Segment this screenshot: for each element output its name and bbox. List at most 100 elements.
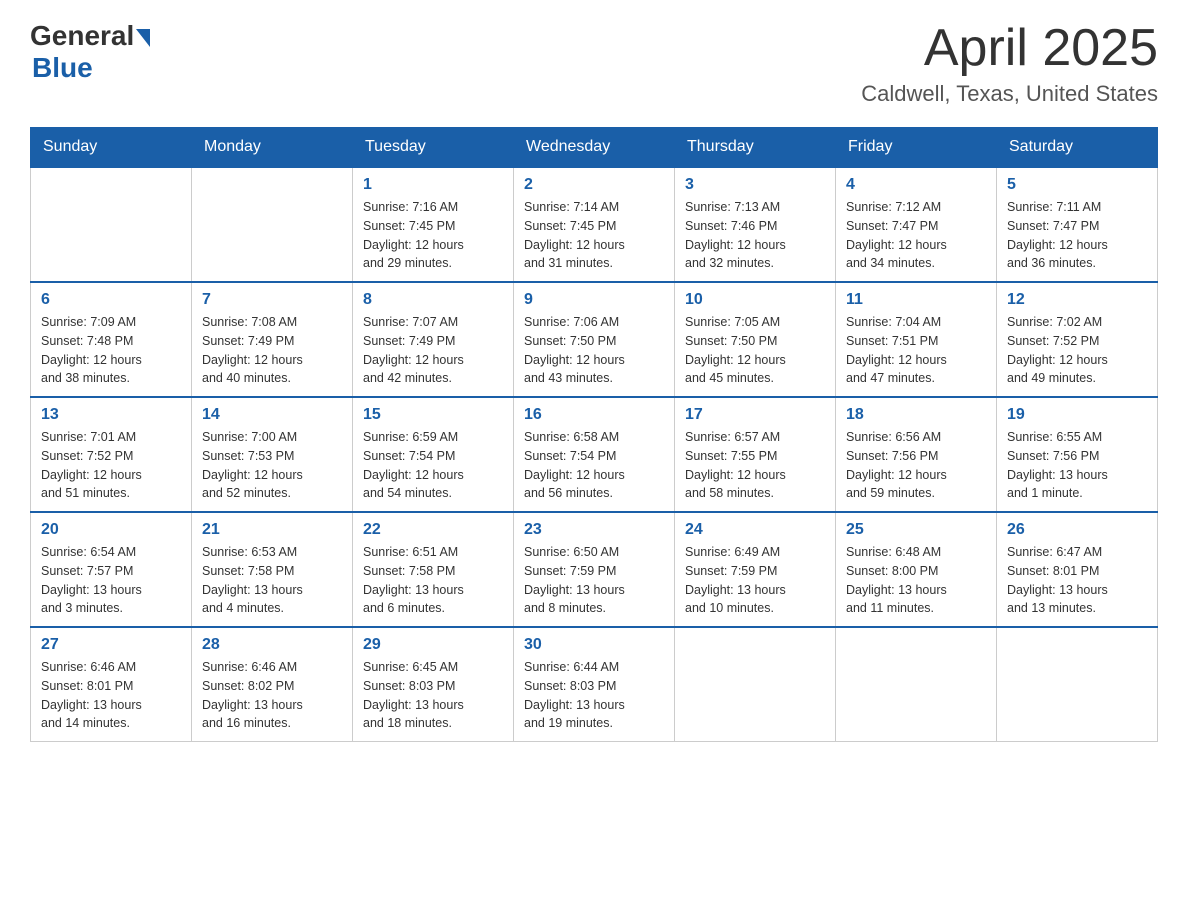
calendar-cell: 18Sunrise: 6:56 AMSunset: 7:56 PMDayligh… [836, 397, 997, 512]
calendar-week-row-2: 6 Sunrise: 7:09 AMSunset: 7:48 PMDaylight… [31, 282, 1158, 397]
logo: General Blue [30, 20, 150, 84]
calendar-cell: 14 Sunrise: 7:00 AMSunset: 7:53 PMDayligh… [192, 397, 353, 512]
page-header: General Blue April 2025 Caldwell, Texas,… [30, 20, 1158, 107]
day-info: Sunrise: 6:54 AMSunset: 7:57 PMDaylight:… [41, 543, 181, 618]
day-number: 14 [202, 406, 342, 424]
day-number: 5 [1007, 176, 1147, 194]
day-info: Sunrise: 7:08 AMSunset: 7:49 PMDaylight:… [202, 313, 342, 388]
day-info: Sunrise: 6:47 AMSunset: 8:01 PMDaylight:… [1007, 543, 1147, 618]
day-info: Sunrise: 6:46 AMSunset: 8:02 PMDaylight:… [202, 658, 342, 733]
day-number: 20 [41, 521, 181, 539]
day-info: Sunrise: 6:59 AMSunset: 7:54 PMDaylight:… [363, 428, 503, 503]
calendar-cell: 15Sunrise: 6:59 AMSunset: 7:54 PMDayligh… [353, 397, 514, 512]
day-number: 3 [685, 176, 825, 194]
day-number: 25 [846, 521, 986, 539]
calendar-table: SundayMondayTuesdayWednesdayThursdayFrid… [30, 127, 1158, 742]
day-info: Sunrise: 6:58 AMSunset: 7:54 PMDaylight:… [524, 428, 664, 503]
day-info: Sunrise: 6:50 AMSunset: 7:59 PMDaylight:… [524, 543, 664, 618]
day-number: 18 [846, 406, 986, 424]
calendar-cell: 3 Sunrise: 7:13 AMSunset: 7:46 PMDaylight… [675, 167, 836, 282]
day-number: 13 [41, 406, 181, 424]
day-info: Sunrise: 6:57 AMSunset: 7:55 PMDaylight:… [685, 428, 825, 503]
calendar-cell: 23 Sunrise: 6:50 AMSunset: 7:59 PMDayligh… [514, 512, 675, 627]
calendar-cell: 9 Sunrise: 7:06 AMSunset: 7:50 PMDaylight… [514, 282, 675, 397]
calendar-cell [836, 627, 997, 742]
day-number: 24 [685, 521, 825, 539]
day-number: 12 [1007, 291, 1147, 309]
day-info: Sunrise: 7:01 AMSunset: 7:52 PMDaylight:… [41, 428, 181, 503]
page-title: April 2025 [861, 20, 1158, 77]
calendar-cell: 20 Sunrise: 6:54 AMSunset: 7:57 PMDayligh… [31, 512, 192, 627]
calendar-cell: 24Sunrise: 6:49 AMSunset: 7:59 PMDayligh… [675, 512, 836, 627]
day-info: Sunrise: 7:09 AMSunset: 7:48 PMDaylight:… [41, 313, 181, 388]
day-number: 21 [202, 521, 342, 539]
day-info: Sunrise: 7:04 AMSunset: 7:51 PMDaylight:… [846, 313, 986, 388]
calendar-header-thursday: Thursday [675, 128, 836, 168]
day-number: 29 [363, 636, 503, 654]
day-info: Sunrise: 6:44 AMSunset: 8:03 PMDaylight:… [524, 658, 664, 733]
day-info: Sunrise: 7:14 AMSunset: 7:45 PMDaylight:… [524, 198, 664, 273]
calendar-cell: 19 Sunrise: 6:55 AMSunset: 7:56 PMDayligh… [997, 397, 1158, 512]
day-number: 19 [1007, 406, 1147, 424]
calendar-cell: 6 Sunrise: 7:09 AMSunset: 7:48 PMDaylight… [31, 282, 192, 397]
day-info: Sunrise: 7:00 AMSunset: 7:53 PMDaylight:… [202, 428, 342, 503]
calendar-week-row-5: 27Sunrise: 6:46 AMSunset: 8:01 PMDayligh… [31, 627, 1158, 742]
day-info: Sunrise: 6:48 AMSunset: 8:00 PMDaylight:… [846, 543, 986, 618]
day-info: Sunrise: 7:02 AMSunset: 7:52 PMDaylight:… [1007, 313, 1147, 388]
day-number: 30 [524, 636, 664, 654]
day-info: Sunrise: 7:11 AMSunset: 7:47 PMDaylight:… [1007, 198, 1147, 273]
calendar-cell: 7 Sunrise: 7:08 AMSunset: 7:49 PMDaylight… [192, 282, 353, 397]
calendar-cell: 25 Sunrise: 6:48 AMSunset: 8:00 PMDayligh… [836, 512, 997, 627]
calendar-cell: 16 Sunrise: 6:58 AMSunset: 7:54 PMDayligh… [514, 397, 675, 512]
day-number: 17 [685, 406, 825, 424]
calendar-cell: 27Sunrise: 6:46 AMSunset: 8:01 PMDayligh… [31, 627, 192, 742]
logo-general-text: General [30, 20, 134, 52]
calendar-cell: 12 Sunrise: 7:02 AMSunset: 7:52 PMDayligh… [997, 282, 1158, 397]
day-info: Sunrise: 7:16 AMSunset: 7:45 PMDaylight:… [363, 198, 503, 273]
day-number: 22 [363, 521, 503, 539]
day-info: Sunrise: 6:46 AMSunset: 8:01 PMDaylight:… [41, 658, 181, 733]
calendar-header-wednesday: Wednesday [514, 128, 675, 168]
calendar-cell: 22 Sunrise: 6:51 AMSunset: 7:58 PMDayligh… [353, 512, 514, 627]
day-number: 7 [202, 291, 342, 309]
calendar-cell [675, 627, 836, 742]
day-info: Sunrise: 7:12 AMSunset: 7:47 PMDaylight:… [846, 198, 986, 273]
calendar-cell [31, 167, 192, 282]
calendar-cell: 17 Sunrise: 6:57 AMSunset: 7:55 PMDayligh… [675, 397, 836, 512]
day-number: 23 [524, 521, 664, 539]
calendar-cell: 4 Sunrise: 7:12 AMSunset: 7:47 PMDaylight… [836, 167, 997, 282]
day-info: Sunrise: 6:53 AMSunset: 7:58 PMDaylight:… [202, 543, 342, 618]
day-number: 9 [524, 291, 664, 309]
calendar-week-row-3: 13 Sunrise: 7:01 AMSunset: 7:52 PMDayligh… [31, 397, 1158, 512]
logo-blue-text: Blue [32, 52, 93, 84]
calendar-header-tuesday: Tuesday [353, 128, 514, 168]
calendar-cell: 8 Sunrise: 7:07 AMSunset: 7:49 PMDaylight… [353, 282, 514, 397]
calendar-week-row-1: 1Sunrise: 7:16 AMSunset: 7:45 PMDaylight… [31, 167, 1158, 282]
calendar-cell: 26Sunrise: 6:47 AMSunset: 8:01 PMDayligh… [997, 512, 1158, 627]
day-info: Sunrise: 6:45 AMSunset: 8:03 PMDaylight:… [363, 658, 503, 733]
day-info: Sunrise: 6:55 AMSunset: 7:56 PMDaylight:… [1007, 428, 1147, 503]
day-info: Sunrise: 7:06 AMSunset: 7:50 PMDaylight:… [524, 313, 664, 388]
calendar-cell: 21 Sunrise: 6:53 AMSunset: 7:58 PMDayligh… [192, 512, 353, 627]
day-number: 2 [524, 176, 664, 194]
day-number: 11 [846, 291, 986, 309]
day-number: 16 [524, 406, 664, 424]
day-number: 6 [41, 291, 181, 309]
day-info: Sunrise: 7:13 AMSunset: 7:46 PMDaylight:… [685, 198, 825, 273]
calendar-header-monday: Monday [192, 128, 353, 168]
calendar-cell: 1Sunrise: 7:16 AMSunset: 7:45 PMDaylight… [353, 167, 514, 282]
day-number: 8 [363, 291, 503, 309]
day-info: Sunrise: 7:07 AMSunset: 7:49 PMDaylight:… [363, 313, 503, 388]
calendar-cell: 29 Sunrise: 6:45 AMSunset: 8:03 PMDayligh… [353, 627, 514, 742]
day-info: Sunrise: 6:51 AMSunset: 7:58 PMDaylight:… [363, 543, 503, 618]
calendar-cell: 28 Sunrise: 6:46 AMSunset: 8:02 PMDayligh… [192, 627, 353, 742]
calendar-cell: 13 Sunrise: 7:01 AMSunset: 7:52 PMDayligh… [31, 397, 192, 512]
day-number: 4 [846, 176, 986, 194]
calendar-cell [192, 167, 353, 282]
calendar-cell: 11 Sunrise: 7:04 AMSunset: 7:51 PMDayligh… [836, 282, 997, 397]
day-number: 28 [202, 636, 342, 654]
day-number: 10 [685, 291, 825, 309]
day-info: Sunrise: 7:05 AMSunset: 7:50 PMDaylight:… [685, 313, 825, 388]
logo-triangle-icon [136, 29, 150, 47]
calendar-cell: 5 Sunrise: 7:11 AMSunset: 7:47 PMDaylight… [997, 167, 1158, 282]
